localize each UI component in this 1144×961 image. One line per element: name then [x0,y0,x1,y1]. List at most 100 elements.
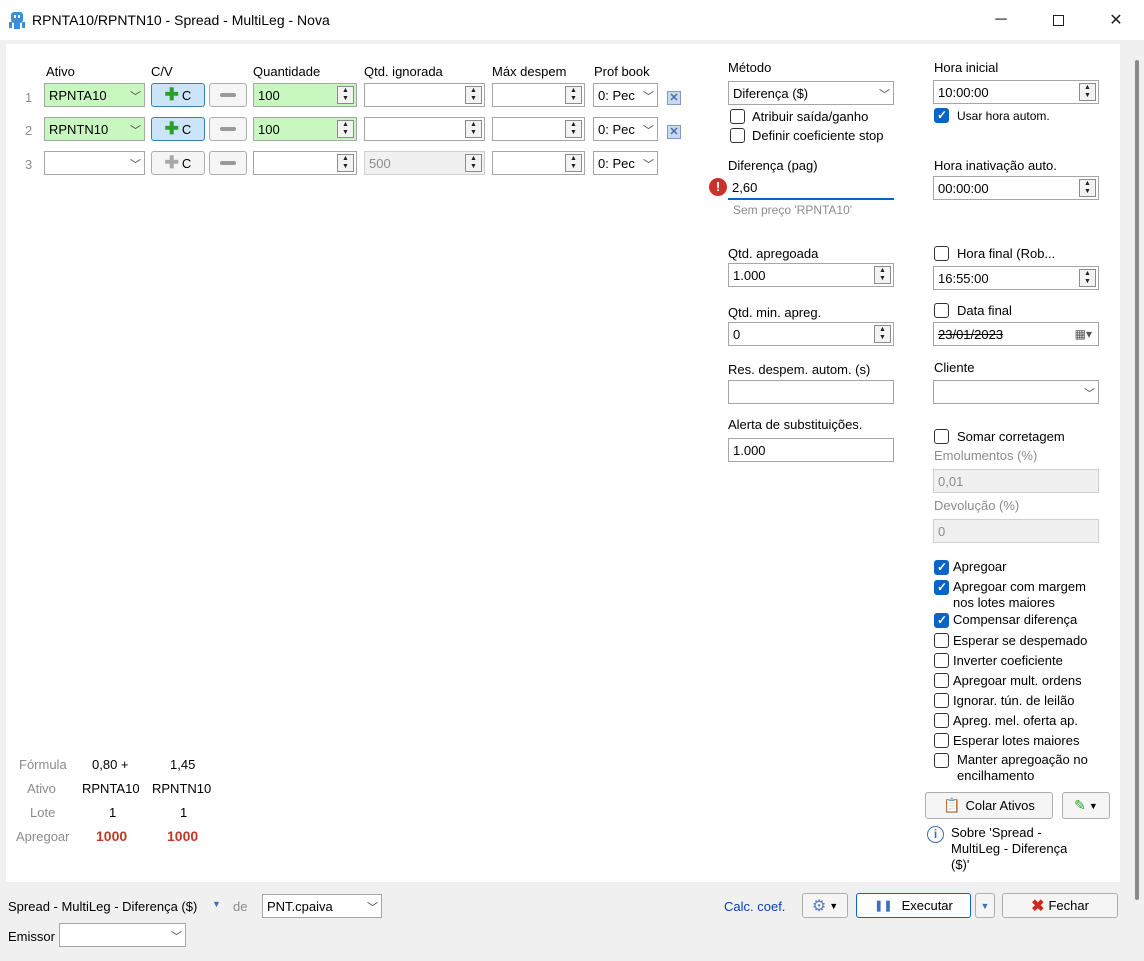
spin-icon[interactable]: ▲ ▼ [565,120,582,138]
quantidade-input[interactable]: 100 ▲ ▼ [253,117,357,141]
mel-oferta-checkbox[interactable] [934,713,949,728]
remove-leg-icon[interactable]: ✕ [667,125,681,139]
qtd-ignorada-input[interactable]: 500 ▲ ▼ [364,151,485,175]
emissor-select[interactable]: ﹀ [59,923,186,947]
emolumentos-value: 0,01 [938,473,964,489]
max-desperd-input[interactable]: ▲ ▼ [492,117,585,141]
prof-book-select[interactable]: 0: Pec ﹀ [593,117,658,141]
mult-ordens-checkbox[interactable] [934,673,949,688]
esperar-desperd-label: Esperar se despemado [953,633,1088,648]
clipboard-icon: 📋 [943,797,961,813]
chevron-down-icon: ﹀ [171,931,182,943]
settings-menu-button[interactable]: ⚙ ▼ [802,893,848,918]
apregoar-checkbox[interactable] [934,560,949,575]
quantidade-input[interactable]: ▲ ▼ [253,151,357,175]
spin-icon[interactable]: ▲ ▼ [465,154,482,172]
minus-button[interactable] [209,83,247,107]
devolucao-label: Devolução (%) [934,498,1020,513]
devolucao-input[interactable]: 0 [933,519,1099,543]
maximize-button[interactable] [1035,0,1081,40]
spin-icon[interactable]: ▲ ▼ [565,154,582,172]
spin-icon[interactable]: ▲ ▼ [874,266,891,284]
data-final-checkbox[interactable] [934,303,949,318]
edit-menu-button[interactable]: ✎ ▼ [1062,792,1110,819]
max-desperd-input[interactable]: ▲ ▼ [492,83,585,107]
strategy-dropdown-icon[interactable]: ▼ [212,899,221,909]
spin-icon[interactable]: ▲ ▼ [465,120,482,138]
executar-button[interactable]: ❚❚ Executar [856,893,971,918]
minimize-button[interactable]: ─ [978,0,1024,40]
pause-icon: ❚❚ [874,900,893,912]
executar-dropdown-button[interactable]: ▼ [975,893,995,918]
cliente-select[interactable]: ﹀ [933,380,1099,404]
ativo-select[interactable]: ﹀ [44,151,145,175]
buy-sell-toggle[interactable]: ✚ C [151,83,205,107]
spin-icon[interactable]: ▲ ▼ [337,86,354,104]
somar-checkbox[interactable] [934,429,949,444]
data-final-input[interactable]: 23/01/2023 ▦▾ [933,322,1099,346]
spin-icon[interactable]: ▲ ▼ [337,154,354,172]
esperar-desperd-checkbox[interactable] [934,633,949,648]
quantidade-input[interactable]: 100 ▲ ▼ [253,83,357,107]
colar-ativos-button[interactable]: 📋 Colar Ativos [925,792,1053,819]
qtd-min-value: 0 [733,326,741,342]
buy-sell-toggle[interactable]: ✚ C [151,151,205,175]
hora-final-checkbox[interactable] [934,246,949,261]
metodo-select[interactable]: Diferença ($) ﹀ [728,81,894,105]
usar-hora-checkbox[interactable] [934,108,949,123]
prof-book-value: 0: Pec [598,87,635,103]
alerta-input[interactable]: 1.000 [728,438,894,462]
spin-icon[interactable]: ▲ ▼ [1079,179,1096,197]
remove-leg-icon[interactable]: ✕ [667,91,681,105]
atribuir-checkbox[interactable] [730,109,745,124]
buy-sell-toggle[interactable]: ✚ C [151,117,205,141]
spin-icon[interactable]: ▲ ▼ [565,86,582,104]
qtd-min-input[interactable]: 0 ▲ ▼ [728,322,894,346]
ativo-select[interactable]: RPNTA10 ﹀ [44,83,145,107]
calc-coef-link[interactable]: Calc. coef. [724,899,785,914]
res-desperd-input[interactable] [728,380,894,404]
definir-checkbox[interactable] [730,128,745,143]
minus-button[interactable] [209,151,247,175]
prof-book-value: 0: Pec [598,121,635,137]
spin-icon[interactable]: ▲ ▼ [465,86,482,104]
spin-icon[interactable]: ▲ ▼ [874,325,891,343]
sobre-link[interactable]: Sobre 'Spread - MultiLeg - Diferença ($)… [951,825,1067,873]
manter-checkbox[interactable] [934,753,949,768]
fechar-button[interactable]: ✖ Fechar [1002,893,1118,918]
chevron-down-icon: ﹀ [643,159,654,171]
prof-book-select[interactable]: 0: Pec ﹀ [593,83,658,107]
res-desperd-label: Res. despem. autom. (s) [728,362,871,377]
account-select[interactable]: PNT.cpaiva ﹀ [262,894,382,918]
max-desperd-input[interactable]: ▲ ▼ [492,151,585,175]
calendar-icon[interactable]: ▦▾ [1075,327,1092,341]
vertical-scrollbar[interactable] [1130,44,1144,916]
spin-icon[interactable]: ▲ ▼ [337,120,354,138]
lotes-maiores-checkbox[interactable] [934,733,949,748]
qtd-ignorada-input[interactable]: ▲ ▼ [364,117,485,141]
compensar-checkbox[interactable] [934,613,949,628]
emolumentos-input[interactable]: 0,01 [933,469,1099,493]
hora-final-input[interactable]: 16:55:00 ▲ ▼ [933,266,1099,290]
ativo-select[interactable]: RPNTN10 ﹀ [44,117,145,141]
hora-inativacao-input[interactable]: 00:00:00 ▲ ▼ [933,176,1099,200]
qtd-ignorada-input[interactable]: ▲ ▼ [364,83,485,107]
hora-inicial-input[interactable]: 10:00:00 ▲ ▼ [933,80,1099,104]
chevron-down-icon: ﹀ [1084,388,1095,400]
qtd-apregoada-input[interactable]: 1.000 ▲ ▼ [728,263,894,287]
error-icon: ! [709,178,727,196]
close-button[interactable]: ✕ [1093,0,1139,40]
strategy-label[interactable]: Spread - MultiLeg - Diferença ($) [8,899,197,914]
prof-book-select[interactable]: 0: Pec ﹀ [593,151,658,175]
ignorar-leilao-checkbox[interactable] [934,693,949,708]
minus-button[interactable] [209,117,247,141]
manter-label-2: encilhamento [957,768,1035,783]
apregoar-margem-checkbox[interactable] [934,580,949,595]
lote-label: Lote [30,805,56,820]
spin-icon[interactable]: ▲ ▼ [1079,269,1096,287]
inverter-checkbox[interactable] [934,653,949,668]
apregoar-label: Apregoar [953,559,1007,574]
diferenca-input[interactable]: 2,60 [728,176,894,200]
de-label: de [233,899,248,914]
spin-icon[interactable]: ▲ ▼ [1079,83,1096,101]
